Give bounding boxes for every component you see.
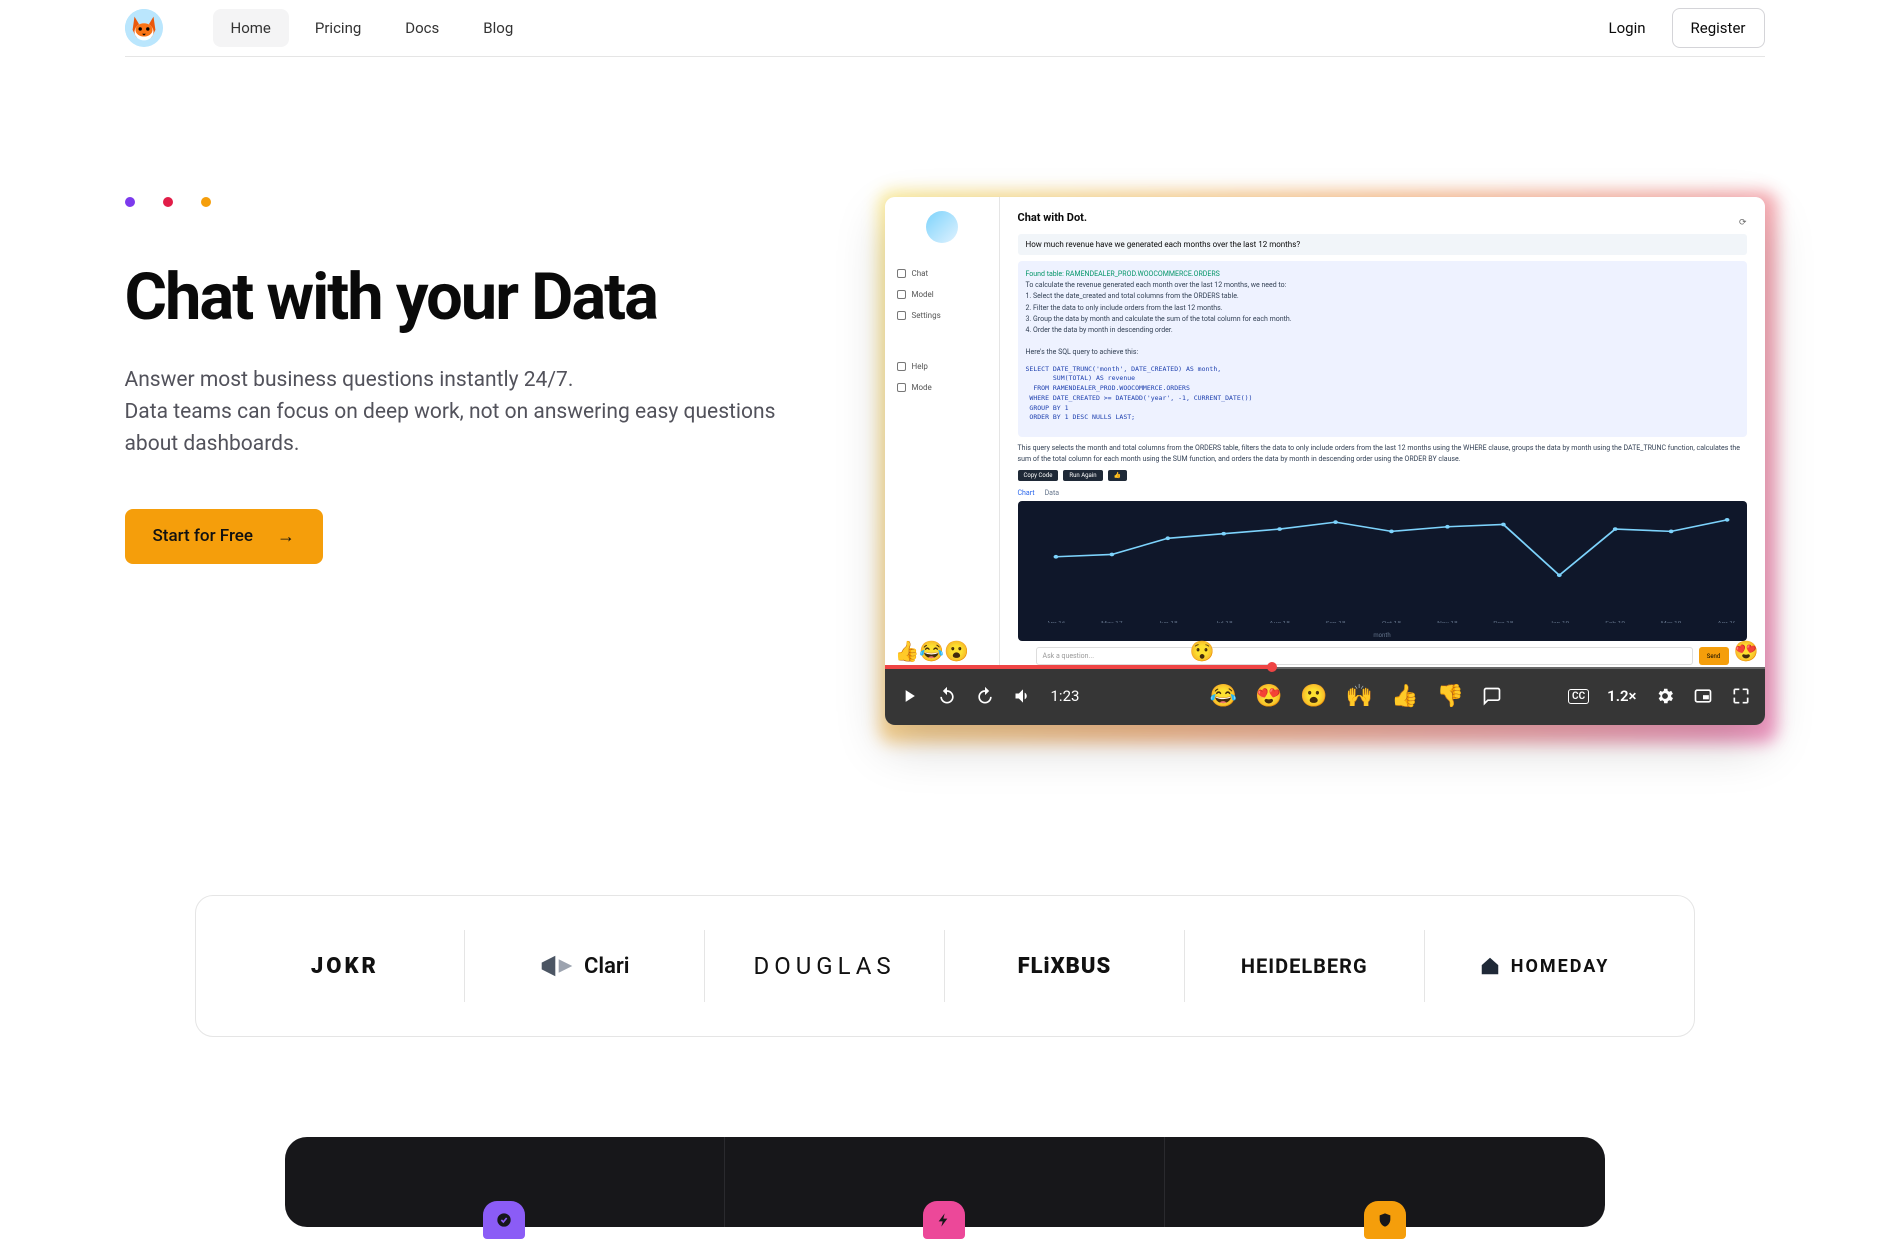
reaction-overlay: 😯 — [1190, 639, 1215, 663]
settings-icon[interactable] — [1655, 686, 1675, 706]
shield-badge-icon — [1364, 1201, 1406, 1239]
register-button[interactable]: Register — [1672, 8, 1765, 48]
svg-text:Feb 19: Feb 19 — [1605, 621, 1625, 623]
site-header: Home Pricing Docs Blog Login Register — [125, 0, 1765, 57]
check-badge-icon — [483, 1201, 525, 1239]
reaction-hands[interactable]: 🙌 — [1346, 684, 1373, 709]
svg-text:May 17: May 17 — [1101, 621, 1123, 623]
login-link[interactable]: Login — [1595, 9, 1660, 47]
nav-pricing[interactable]: Pricing — [297, 9, 379, 47]
assistant-response: Found table: RAMENDEALER_PROD.WOOCOMMERC… — [1018, 261, 1747, 437]
vs-model: Model — [895, 284, 989, 305]
progress-track[interactable] — [885, 665, 1765, 669]
chart-xlabel: month — [1373, 632, 1390, 639]
auth-controls: Login Register — [1595, 8, 1765, 48]
refresh-icon: ⟳ — [1739, 218, 1747, 228]
app-avatar — [926, 211, 958, 243]
user-question: How much revenue have we generated each … — [1018, 234, 1747, 255]
cta-start-free[interactable]: Start for Free → — [125, 509, 324, 564]
nav-docs[interactable]: Docs — [387, 9, 457, 47]
like-button: 👍 — [1108, 470, 1127, 481]
feature-band — [285, 1137, 1605, 1227]
svg-text:Dec 18: Dec 18 — [1493, 621, 1513, 623]
playback-speed[interactable]: 1.2× — [1607, 687, 1636, 705]
send-button: Send — [1699, 647, 1729, 665]
brand-logo[interactable] — [125, 9, 163, 47]
vs-chat: Chat — [895, 263, 989, 284]
tab-data: Data — [1045, 489, 1060, 497]
arrow-right-icon: → — [277, 526, 295, 547]
svg-text:Apr 16: Apr 16 — [1048, 621, 1066, 623]
nav-home[interactable]: Home — [213, 9, 289, 47]
demo-video[interactable]: Chat Model Settings Help Mode Chat with … — [885, 197, 1765, 725]
svg-text:Apr 19: Apr 19 — [1717, 621, 1735, 623]
svg-text:Nov 18: Nov 18 — [1437, 621, 1458, 623]
svg-text:Oct 18: Oct 18 — [1381, 621, 1400, 623]
cta-label: Start for Free — [153, 526, 254, 546]
hero-title: Chat with your Data — [125, 263, 845, 331]
dot-pink — [163, 197, 173, 207]
reaction-thumbs-down[interactable]: 👎 — [1437, 684, 1464, 709]
svg-text:Jun 18: Jun 18 — [1157, 621, 1177, 623]
tab-chart: Chart — [1018, 489, 1035, 497]
svg-text:Jul 18: Jul 18 — [1214, 621, 1232, 623]
rewind-icon[interactable] — [937, 686, 957, 706]
reaction-laugh[interactable]: 😂 — [1210, 684, 1237, 709]
question-input: Ask a question... — [1036, 647, 1693, 665]
sql-explanation: This query selects the month and total c… — [1018, 443, 1747, 464]
nav-blog[interactable]: Blog — [465, 9, 531, 47]
main-nav: Home Pricing Docs Blog — [213, 9, 532, 47]
vs-mode: Mode — [895, 377, 989, 398]
reaction-wow[interactable]: 😮 — [1300, 684, 1327, 709]
play-icon[interactable] — [899, 686, 919, 706]
hero-section: Chat with your Data Answer most business… — [125, 57, 1765, 805]
vs-help: Help — [895, 356, 989, 377]
customer-logos: JOKR Clari DOUGLAS FLiXBUS HEIDELBERG HO… — [195, 895, 1695, 1037]
reaction-thumbs-up[interactable]: 👍 — [1391, 684, 1418, 709]
dot-amber — [201, 197, 211, 207]
found-table: Found table: RAMENDEALER_PROD.WOOCOMMERC… — [1026, 269, 1739, 280]
chat-title: Chat with Dot. — [1018, 211, 1088, 224]
reaction-heart-eyes[interactable]: 😍 — [1255, 684, 1282, 709]
forward-icon[interactable] — [975, 686, 995, 706]
logo-clari: Clari — [465, 930, 705, 1002]
comment-icon[interactable] — [1482, 686, 1502, 706]
run-again-button: Run Again — [1063, 470, 1102, 481]
svg-text:Mar 19: Mar 19 — [1660, 621, 1681, 623]
svg-text:Aug 18: Aug 18 — [1269, 621, 1290, 623]
logo-flixbus: FLiXBUS — [945, 930, 1185, 1002]
pip-icon[interactable] — [1693, 686, 1713, 706]
fullscreen-icon[interactable] — [1731, 686, 1751, 706]
hero-line-2: Data teams can focus on deep work, not o… — [125, 400, 776, 456]
logo-homeday: HOMEDAY — [1425, 930, 1664, 1002]
dot-purple — [125, 197, 135, 207]
vs-settings: Settings — [895, 305, 989, 326]
logo-douglas: DOUGLAS — [705, 930, 945, 1002]
reaction-overlay: 👍😂😮 — [895, 639, 970, 663]
house-icon — [1479, 955, 1501, 977]
logo-jokr: JOKR — [226, 930, 466, 1002]
accent-dots — [125, 197, 845, 207]
clari-icon — [540, 952, 574, 980]
result-chart: 2,000 1,000 Apr 16May 17Jun 18Jul 18Aug … — [1018, 501, 1747, 641]
logo-heidelberg: HEIDELBERG — [1185, 930, 1425, 1002]
volume-icon[interactable] — [1013, 686, 1033, 706]
svg-text:Jan 19: Jan 19 — [1549, 621, 1569, 623]
svg-text:Sep 18: Sep 18 — [1325, 621, 1345, 623]
sql-code: SELECT DATE_TRUNC('month', DATE_CREATED)… — [1026, 365, 1739, 424]
video-player-bar: 1:23 😂 😍 😮 🙌 👍 👎 CC 1.2× — [885, 667, 1765, 725]
video-app-screenshot: Chat Model Settings Help Mode Chat with … — [885, 197, 1765, 667]
bolt-badge-icon — [923, 1201, 965, 1239]
hero-line-1: Answer most business questions instantly… — [125, 368, 574, 392]
reaction-overlay: 😍 — [1734, 639, 1759, 663]
copy-code-button: Copy Code — [1018, 470, 1059, 481]
hero-copy: Answer most business questions instantly… — [125, 365, 805, 461]
timestamp: 1:23 — [1051, 687, 1080, 705]
cc-button[interactable]: CC — [1568, 689, 1589, 704]
